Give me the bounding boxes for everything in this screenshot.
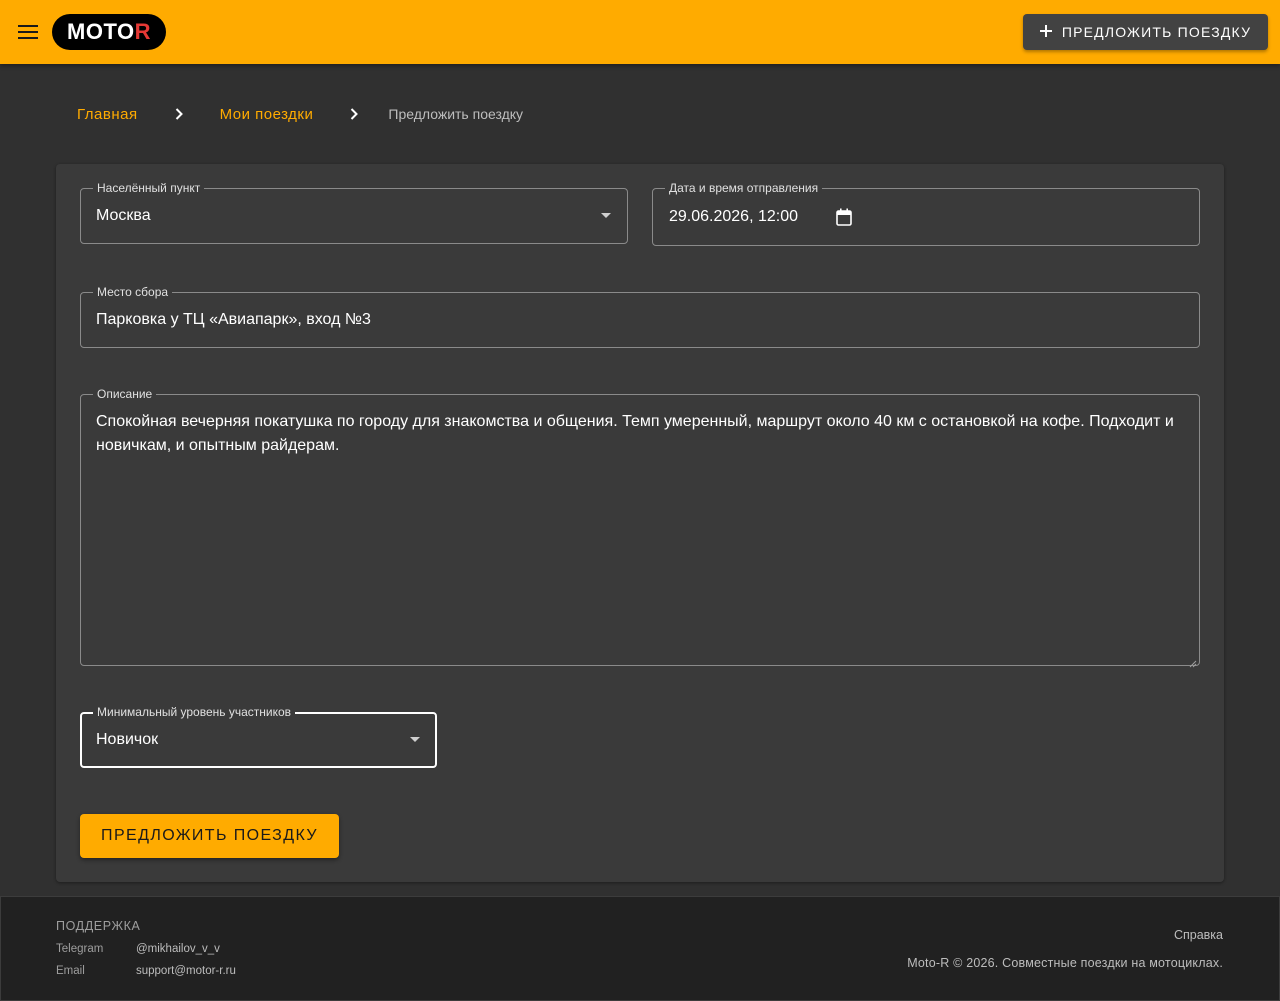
breadcrumb-current: Предложить поездку <box>388 106 524 122</box>
datetime-value: 29.06.2026, 12:00 <box>669 208 799 225</box>
propose-ride-header-label: ПРЕДЛОЖИТЬ ПОЕЗДКУ <box>1061 24 1252 40</box>
breadcrumb-my-rides[interactable]: Мои поездки <box>199 98 335 131</box>
contact-telegram-link[interactable]: @mikhailov_v_v <box>136 943 220 955</box>
dropdown-arrow-icon <box>410 737 420 742</box>
city-select[interactable]: Населённый пункт Москва <box>80 181 628 244</box>
city-label: Населённый пункт <box>93 181 205 195</box>
contact-telegram-key: Telegram <box>56 943 104 955</box>
city-value: Москва <box>96 207 151 224</box>
min-level-value: Новичок <box>96 731 159 748</box>
ride-form-card: Населённый пункт Москва Дата и время отп… <box>56 164 1224 882</box>
description-value: Спокойная вечерняя покатушка по городу д… <box>96 413 1174 454</box>
help-link[interactable]: Справка <box>1174 928 1223 942</box>
meeting-point-input[interactable]: Место сбора Парковка у ТЦ «Авиапарк», вх… <box>80 285 1200 348</box>
contact-email-key: Email <box>56 965 85 977</box>
chevron-right-icon <box>344 104 364 124</box>
min-level-select[interactable]: Минимальный уровень участников Новичок <box>80 705 437 768</box>
menu-icon[interactable] <box>12 16 44 48</box>
breadcrumb: Главная Мои поездки Предложить поездку <box>56 96 523 132</box>
description-textarea[interactable]: Описание Спокойная вечерняя покатушка по… <box>80 387 1200 668</box>
logo-accent: R <box>134 19 151 44</box>
app-bar: MOTO R ПРЕДЛОЖИТЬ ПОЕЗДКУ <box>0 0 1280 64</box>
resize-handle-icon[interactable] <box>1189 655 1197 668</box>
datetime-label: Дата и время отправления <box>665 181 823 195</box>
meeting-point-label: Место сбора <box>93 285 173 299</box>
contact-email: Email support@motor-r.ru <box>56 965 236 977</box>
chevron-right-icon <box>169 104 189 124</box>
submit-ride-button[interactable]: ПРЕДЛОЖИТЬ ПОЕЗДКУ <box>80 814 339 858</box>
contact-email-link[interactable]: support@motor-r.ru <box>136 965 236 977</box>
plus-icon <box>1039 24 1052 40</box>
calendar-icon[interactable] <box>836 208 852 226</box>
footer: ПОДДЕРЖКА Telegram @mikhailov_v_v Email … <box>0 896 1280 1001</box>
propose-ride-header-button[interactable]: ПРЕДЛОЖИТЬ ПОЕЗДКУ <box>1023 14 1268 50</box>
datetime-input[interactable]: Дата и время отправления 29.06.2026, 12:… <box>652 181 1200 246</box>
logo-text: MOTO <box>67 19 135 44</box>
dropdown-arrow-icon <box>601 213 611 218</box>
copyright: Moto-R © 2026. Совместные поездки на мот… <box>907 956 1223 970</box>
breadcrumb-home[interactable]: Главная <box>56 98 159 131</box>
meeting-point-value: Парковка у ТЦ «Авиапарк», вход №3 <box>96 311 371 328</box>
support-title: ПОДДЕРЖКА <box>56 919 141 933</box>
contact-telegram: Telegram @mikhailov_v_v <box>56 943 220 955</box>
min-level-label: Минимальный уровень участников <box>93 705 296 719</box>
logo[interactable]: MOTO R <box>52 14 166 50</box>
description-label: Описание <box>93 387 157 401</box>
